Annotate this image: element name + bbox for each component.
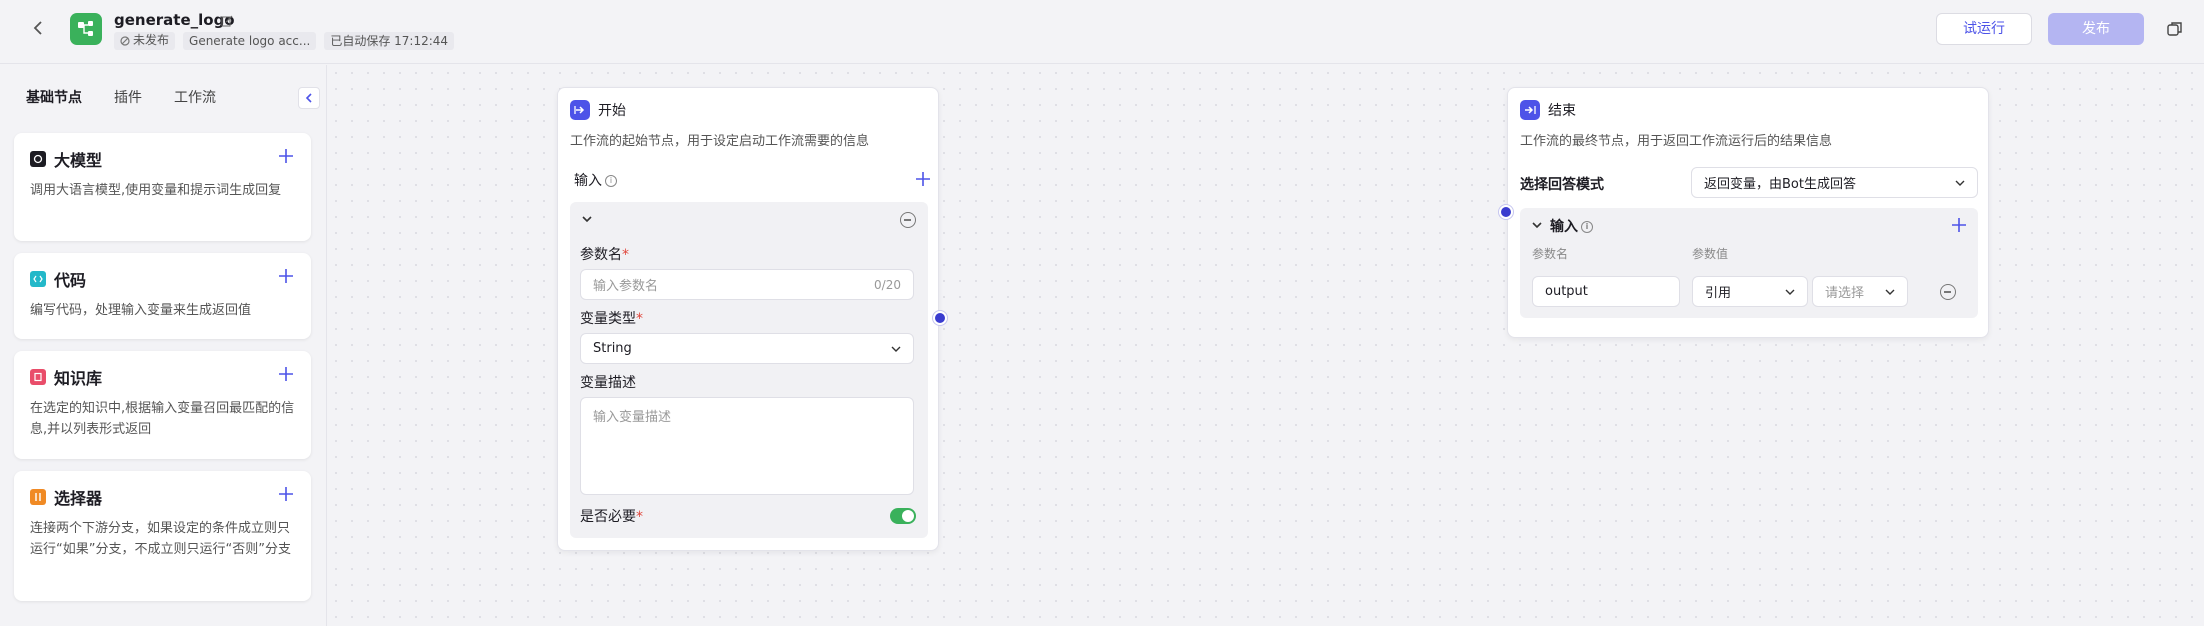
back-icon[interactable] xyxy=(28,18,48,38)
card-title: 代码 xyxy=(54,271,87,290)
workflow-meta: 未发布 Generate logo acc... 已自动保存 17:12:44 xyxy=(114,32,455,50)
add-output-icon[interactable] xyxy=(1950,216,1968,234)
output-input-label: 输入 i xyxy=(1550,216,1593,236)
var-type-label: 变量类型* xyxy=(580,311,643,327)
unpublished-icon xyxy=(120,36,130,46)
start-icon xyxy=(570,100,590,120)
node-card-llm[interactable]: 大模型 调用大语言模型,使用变量和提示词生成回复 xyxy=(14,133,311,241)
card-description: 连接两个下游分支，如果设定的条件成立则只运行“如果”分支，不成立则只运行“否则”… xyxy=(30,521,291,557)
add-icon[interactable] xyxy=(277,267,295,285)
card-title: 选择器 xyxy=(54,489,103,508)
value-type-select[interactable]: 引用 xyxy=(1692,276,1808,307)
tab-plugins[interactable]: 插件 xyxy=(114,87,142,107)
sidebar-tabs: 基础节点 插件 工作流 xyxy=(26,87,248,107)
start-output-port[interactable] xyxy=(933,311,947,325)
remove-param-icon[interactable] xyxy=(900,212,916,228)
input-section-label: 输入 i xyxy=(574,170,617,190)
node-card-selector[interactable]: 选择器 连接两个下游分支，如果设定的条件成立则只运行“如果”分支，不成立则只运行… xyxy=(14,471,311,601)
param-name-input[interactable]: 输入参数名 0/20 xyxy=(580,269,914,300)
chevron-down-icon xyxy=(1785,289,1795,295)
chevron-down-icon[interactable] xyxy=(1530,218,1544,232)
edit-icon[interactable] xyxy=(221,15,233,27)
node-card-code[interactable]: 代码 编写代码，处理输入变量来生成返回值 xyxy=(14,253,311,339)
answer-mode-label: 选择回答模式 xyxy=(1520,177,1604,193)
chevron-down-icon xyxy=(891,346,901,352)
info-icon: i xyxy=(1581,221,1593,233)
end-input-port[interactable] xyxy=(1499,205,1513,219)
param-name-label: 参数名* xyxy=(580,247,629,263)
add-icon[interactable] xyxy=(277,485,295,503)
copy-icon[interactable] xyxy=(2166,20,2184,38)
tab-basic-nodes[interactable]: 基础节点 xyxy=(26,87,82,107)
node-card-knowledge[interactable]: 知识库 在选定的知识中,根据输入变量召回最匹配的信息,并以列表形式返回 xyxy=(14,351,311,459)
char-counter: 0/20 xyxy=(874,277,901,292)
add-input-icon[interactable] xyxy=(914,170,932,188)
var-type-select[interactable]: String xyxy=(580,333,914,364)
end-icon xyxy=(1520,100,1540,120)
code-icon xyxy=(30,271,46,287)
end-node[interactable]: 结束 工作流的最终节点，用于返回工作流运行后的结果信息 选择回答模式 返回变量，… xyxy=(1507,87,1989,338)
chevron-down-icon xyxy=(1955,180,1965,186)
var-desc-label: 变量描述 xyxy=(580,375,636,391)
chevron-left-icon xyxy=(305,93,312,103)
selector-icon xyxy=(30,489,46,505)
output-param-group: 输入 i 参数名 参数值 output 引用 请选择 xyxy=(1520,208,1978,318)
test-run-button[interactable]: 试运行 xyxy=(1936,13,2032,45)
var-desc-textarea[interactable]: 输入变量描述 xyxy=(580,397,914,495)
card-description: 调用大语言模型,使用变量和提示词生成回复 xyxy=(30,183,282,198)
required-label: 是否必要* xyxy=(580,509,643,525)
input-param-group: 参数名* 输入参数名 0/20 变量类型* String 变量描述 输入变量描述… xyxy=(570,202,928,538)
collapse-sidebar-button[interactable] xyxy=(298,87,320,109)
reference-select[interactable]: 请选择 xyxy=(1812,276,1908,307)
publish-button[interactable]: 发布 xyxy=(2048,13,2144,45)
col-param-name: 参数名 xyxy=(1532,247,1569,261)
required-toggle[interactable] xyxy=(890,508,916,524)
chevron-down-icon[interactable] xyxy=(580,212,594,226)
card-description: 编写代码，处理输入变量来生成返回值 xyxy=(30,303,252,318)
top-bar: generate_logo 未发布 Generate logo acc... 已… xyxy=(0,0,2204,64)
llm-icon xyxy=(30,151,46,167)
info-icon: i xyxy=(605,175,617,187)
add-icon[interactable] xyxy=(277,365,295,383)
workflow-app-icon xyxy=(70,13,102,45)
add-icon[interactable] xyxy=(277,147,295,165)
workflow-description: Generate logo acc... xyxy=(183,32,317,50)
start-node[interactable]: 开始 工作流的起始节点，用于设定启动工作流需要的信息 输入 i 参数名* 输入参数… xyxy=(557,87,939,551)
node-sidebar: 基础节点 插件 工作流 大模型 调用大语言模型,使用变量和提示词生成回复 代码 … xyxy=(0,65,327,626)
knowledge-icon xyxy=(30,369,46,385)
status-badge: 未发布 xyxy=(114,32,176,50)
autosave-status: 已自动保存 17:12:44 xyxy=(324,32,455,50)
node-description: 工作流的起始节点，用于设定启动工作流需要的信息 xyxy=(570,134,870,149)
card-description: 在选定的知识中,根据输入变量召回最匹配的信息,并以列表形式返回 xyxy=(30,401,295,437)
node-description: 工作流的最终节点，用于返回工作流运行后的结果信息 xyxy=(1520,134,1833,149)
workflow-title: generate_logo xyxy=(114,11,235,29)
tab-workflows[interactable]: 工作流 xyxy=(174,87,216,107)
card-title: 大模型 xyxy=(54,151,103,170)
chevron-down-icon xyxy=(1885,289,1895,295)
card-title: 知识库 xyxy=(54,369,103,388)
node-title: 结束 xyxy=(1548,103,1576,119)
remove-output-icon[interactable] xyxy=(1940,284,1956,300)
output-name-input[interactable]: output xyxy=(1532,276,1680,307)
answer-mode-select[interactable]: 返回变量，由Bot生成回答 xyxy=(1691,167,1978,198)
col-param-value: 参数值 xyxy=(1692,247,1729,261)
node-title: 开始 xyxy=(598,103,626,119)
